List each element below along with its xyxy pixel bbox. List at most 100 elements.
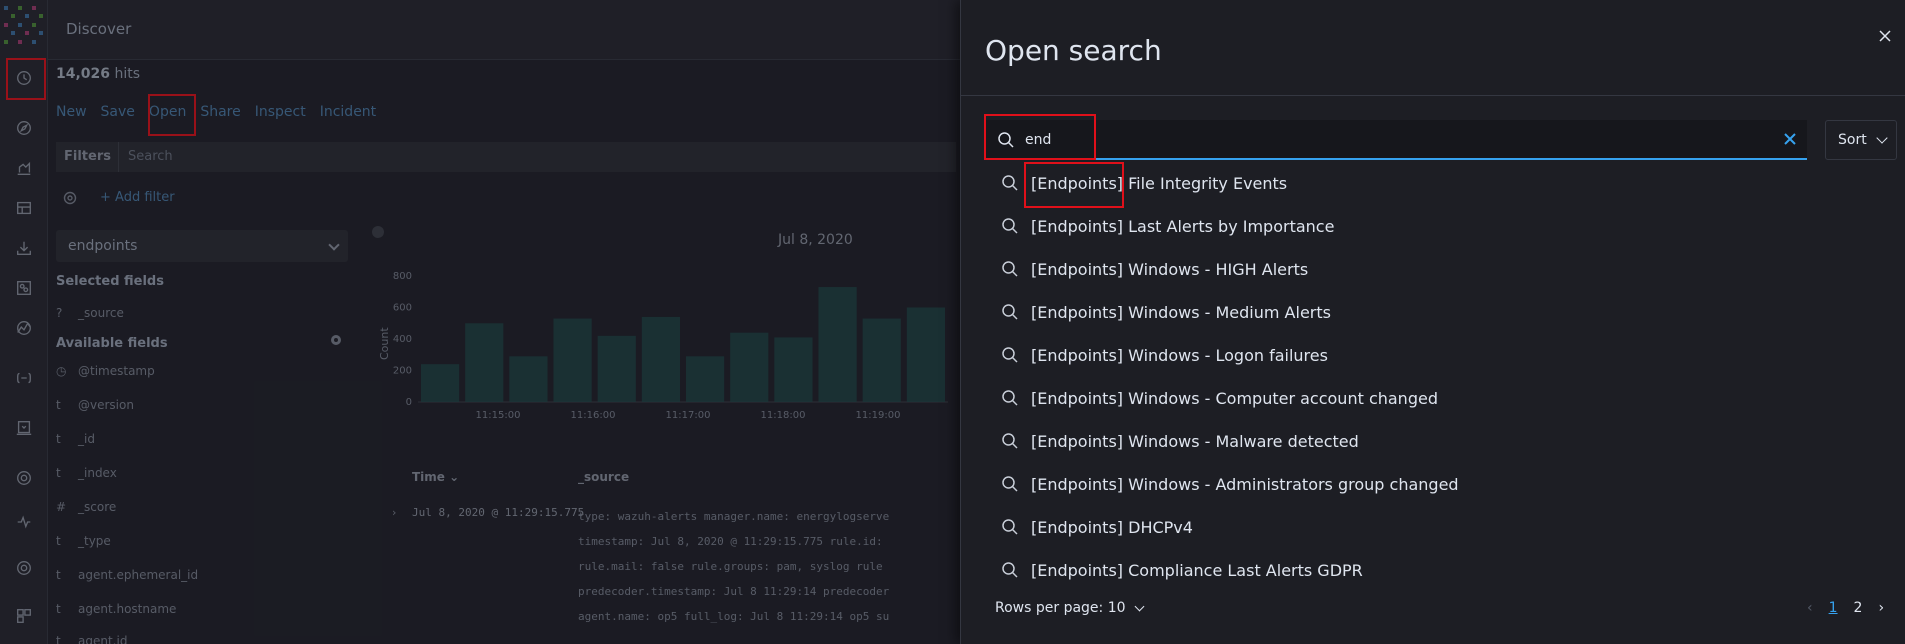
field-item[interactable]: t _id [56, 432, 95, 446]
search-icon [1002, 218, 1018, 234]
x-tick-label: 11:15:00 [476, 410, 521, 421]
histogram-bar[interactable] [818, 287, 857, 402]
saved-search-item[interactable]: [Endpoints] Windows - Medium Alerts [1001, 297, 1861, 327]
search-input[interactable] [1025, 128, 1765, 152]
page-2-button[interactable]: 2 [1854, 600, 1863, 616]
field-item[interactable]: # _score [56, 500, 116, 514]
save-link[interactable]: Save [101, 104, 135, 120]
saved-search-item[interactable]: [Endpoints] Windows - Administrators gro… [1001, 469, 1861, 499]
saved-search-item[interactable]: [Endpoints] Windows - Computer account c… [1001, 383, 1861, 413]
y-tick-label: 800 [393, 271, 412, 282]
x-tick-label: 11:17:00 [666, 410, 711, 421]
sort-button[interactable]: Sort [1825, 120, 1897, 160]
next-page-chevron-icon[interactable]: › [1878, 600, 1884, 616]
highlight-endpoints-prefix [1024, 162, 1124, 208]
field-item[interactable]: t agent.ephemeral_id [56, 568, 198, 582]
search-icon [1002, 562, 1018, 578]
histogram-bar[interactable] [553, 318, 592, 402]
collapse-sidebar-icon[interactable] [372, 226, 384, 238]
query-search-input[interactable]: Search [128, 149, 173, 164]
saved-search-item[interactable]: [Endpoints] DHCPv4 [1001, 512, 1861, 542]
x-tick-label: 11:19:00 [856, 410, 901, 421]
field-item[interactable]: t agent.id [56, 634, 127, 644]
prev-page-chevron-icon[interactable]: ‹ [1807, 600, 1813, 616]
expand-row-chevron-icon[interactable]: › [392, 506, 396, 519]
highlight-recent-icon [6, 58, 46, 100]
histogram-bar[interactable] [641, 316, 680, 402]
source-line: type: wazuh-alerts manager.name: energyl… [578, 510, 890, 523]
histogram-bar[interactable] [421, 364, 460, 402]
saved-search-item[interactable]: [Endpoints] Compliance Last Alerts GDPR [1001, 555, 1861, 585]
y-tick-label: 200 [393, 366, 412, 377]
x-tick-label: 11:18:00 [761, 410, 806, 421]
app-logo[interactable] [4, 6, 44, 46]
add-filter-link[interactable]: + Add filter [100, 190, 175, 205]
incident-link[interactable]: Incident [320, 104, 376, 120]
saved-search-title: [Endpoints] Windows - Administrators gro… [1031, 474, 1459, 494]
chevron-down-icon [328, 239, 340, 251]
histogram-bar[interactable] [465, 323, 504, 402]
field-item[interactable]: t _index [56, 466, 117, 480]
search-icon [1002, 261, 1018, 277]
index-pattern-select[interactable]: endpoints [56, 230, 348, 262]
field-item[interactable]: ◷ @timestamp [56, 364, 155, 378]
saved-search-item[interactable]: [Endpoints] Windows - HIGH Alerts [1001, 254, 1861, 284]
flyout-title: Open search [985, 34, 1162, 67]
saved-search-item[interactable]: [Endpoints] Windows - Logon failures [1001, 340, 1861, 370]
rows-per-page-select[interactable]: Rows per page: 10 [995, 600, 1144, 616]
saved-search-item[interactable]: [Endpoints] Last Alerts by Importance [1001, 211, 1861, 241]
source-line: agent.name: op5 full_log: Jul 8 11:29:14… [578, 610, 890, 623]
visualize-chart-icon[interactable] [12, 156, 36, 180]
close-icon[interactable] [1877, 28, 1893, 44]
wazuh-icon[interactable] [12, 466, 36, 490]
histogram-bar[interactable] [906, 307, 945, 403]
y-tick-label: 600 [393, 303, 412, 314]
clear-search-icon[interactable] [1783, 132, 1797, 146]
new-link[interactable]: New [56, 104, 87, 120]
filter-settings-gear-icon[interactable] [62, 190, 78, 206]
saved-search-item[interactable]: [Endpoints] Windows - Malware detected [1001, 426, 1861, 456]
import-icon[interactable] [12, 236, 36, 260]
source-line: rule.mail: false rule.groups: pam, syslo… [578, 560, 883, 573]
dashboard-icon[interactable] [12, 196, 36, 220]
field-item[interactable]: t agent.hostname [56, 602, 176, 616]
y-tick-label: 0 [406, 397, 412, 408]
field-item[interactable]: ? _source [56, 306, 124, 320]
field-item[interactable]: t _type [56, 534, 111, 548]
search-box [985, 120, 1807, 160]
filters-label[interactable]: Filters [64, 149, 111, 164]
settings-gear-icon[interactable] [12, 556, 36, 580]
saved-search-title: [Endpoints] Last Alerts by Importance [1031, 216, 1335, 236]
discover-compass-icon[interactable] [12, 116, 36, 140]
uptime-icon[interactable] [12, 510, 36, 534]
inspect-link[interactable]: Inspect [255, 104, 306, 120]
saved-search-title: [Endpoints] Windows - Computer account c… [1031, 388, 1438, 408]
time-column-header[interactable]: Time ⌄ [412, 470, 459, 484]
histogram-bar[interactable] [509, 356, 548, 402]
ml-icon[interactable] [12, 316, 36, 340]
histogram-bar[interactable] [686, 356, 725, 402]
field-item[interactable]: t @version [56, 398, 134, 412]
saved-search-item[interactable]: [Endpoints] File Integrity Events [1001, 168, 1861, 198]
monitoring-icon[interactable] [12, 416, 36, 440]
hits-count: 14,026 hits [56, 66, 141, 82]
chevron-down-icon [1876, 132, 1888, 144]
search-icon [1002, 476, 1018, 492]
histogram-bar[interactable] [774, 337, 813, 402]
console-icon[interactable] [12, 366, 36, 390]
histogram-chart[interactable]: 0 200 400 600 800 11:15:00 11:16:00 11:17:00 11:… [368, 270, 960, 440]
page-1-button[interactable]: 1 [1829, 600, 1838, 616]
search-icon [1002, 347, 1018, 363]
apps-icon[interactable] [12, 604, 36, 628]
canvas-grid-icon[interactable] [12, 276, 36, 300]
source-line: predecoder.timestamp: Jul 8 11:29:14 pre… [578, 585, 890, 598]
histogram-bar[interactable] [862, 318, 901, 402]
fields-settings-gear-icon[interactable] [331, 335, 341, 345]
share-link[interactable]: Share [200, 104, 240, 120]
chevron-down-icon [1134, 601, 1144, 611]
histogram-bar[interactable] [597, 335, 636, 402]
histogram-area: Jul 8, 2020 Count 0 200 400 600 800 11:15:00 1… [368, 220, 960, 640]
app-title: Discover [66, 20, 132, 38]
histogram-bar[interactable] [730, 332, 769, 402]
search-icon [1002, 433, 1018, 449]
